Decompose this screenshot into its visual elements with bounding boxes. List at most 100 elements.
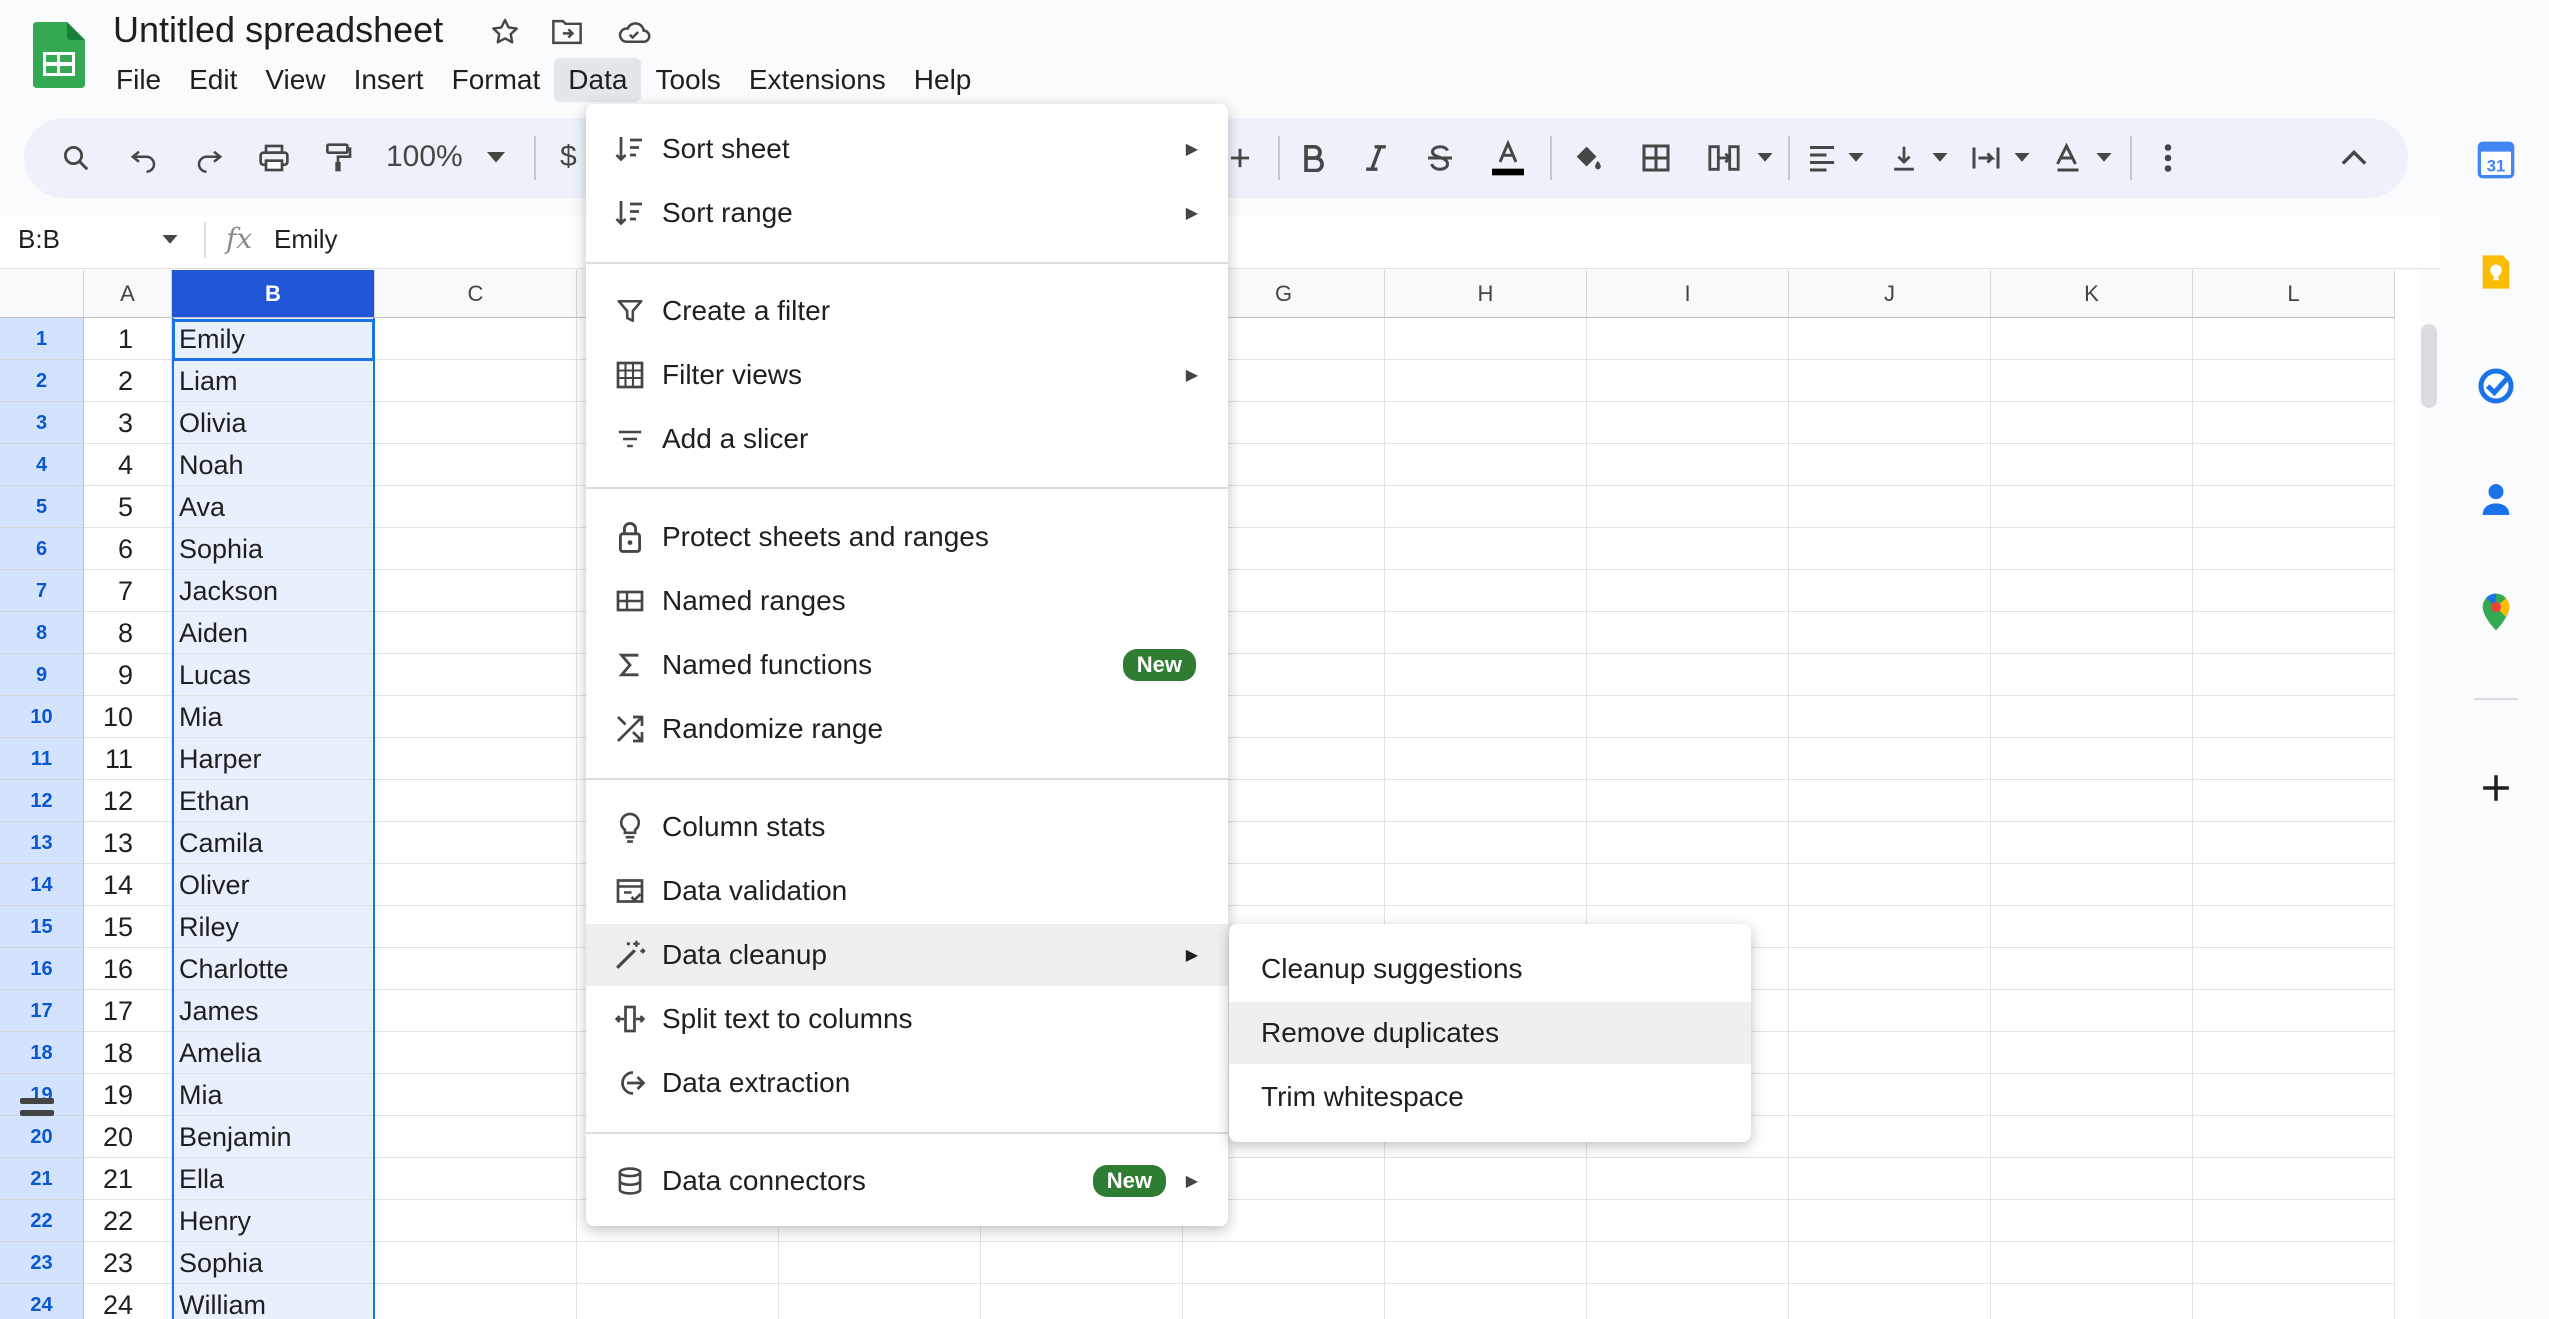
- table-cell[interactable]: [2193, 1032, 2395, 1074]
- maps-icon[interactable]: [2476, 592, 2516, 632]
- table-cell[interactable]: [1991, 402, 2193, 444]
- row-header[interactable]: 24: [0, 1284, 84, 1319]
- table-cell[interactable]: [1587, 1242, 1789, 1284]
- freeze-rows-handle[interactable]: [20, 1110, 54, 1116]
- table-cell[interactable]: Amelia: [172, 1032, 375, 1074]
- table-cell[interactable]: 3: [84, 402, 172, 444]
- table-cell[interactable]: [2193, 990, 2395, 1032]
- table-cell[interactable]: 21: [84, 1158, 172, 1200]
- table-cell[interactable]: 14: [84, 864, 172, 906]
- table-cell[interactable]: [1789, 864, 1991, 906]
- table-cell[interactable]: [1385, 822, 1587, 864]
- table-cell[interactable]: [375, 486, 577, 528]
- table-cell[interactable]: [2193, 402, 2395, 444]
- table-cell[interactable]: [1991, 780, 2193, 822]
- paint-format-icon[interactable]: [318, 138, 358, 178]
- table-cell[interactable]: [981, 1284, 1183, 1319]
- row-header[interactable]: 21: [0, 1158, 84, 1200]
- table-cell[interactable]: 17: [84, 990, 172, 1032]
- table-cell[interactable]: [375, 1074, 577, 1116]
- table-cell[interactable]: [1587, 486, 1789, 528]
- row-header[interactable]: 11: [0, 738, 84, 780]
- table-cell[interactable]: [1991, 990, 2193, 1032]
- table-cell[interactable]: 20: [84, 1116, 172, 1158]
- row-header[interactable]: 20: [0, 1116, 84, 1158]
- name-box[interactable]: B:B: [18, 224, 60, 255]
- table-cell[interactable]: [375, 906, 577, 948]
- table-cell[interactable]: [1385, 1284, 1587, 1319]
- table-cell[interactable]: [1789, 1158, 1991, 1200]
- row-header[interactable]: 16: [0, 948, 84, 990]
- table-cell[interactable]: [1991, 528, 2193, 570]
- table-cell[interactable]: [2193, 612, 2395, 654]
- table-cell[interactable]: James: [172, 990, 375, 1032]
- table-cell[interactable]: William: [172, 1284, 375, 1319]
- table-cell[interactable]: [1587, 864, 1789, 906]
- table-cell[interactable]: [1385, 738, 1587, 780]
- table-cell[interactable]: [2193, 528, 2395, 570]
- table-cell[interactable]: Sophia: [172, 528, 375, 570]
- table-cell[interactable]: [1991, 1158, 2193, 1200]
- table-cell[interactable]: [2193, 360, 2395, 402]
- row-header[interactable]: 22: [0, 1200, 84, 1242]
- column-header[interactable]: I: [1587, 270, 1789, 318]
- table-cell[interactable]: Camila: [172, 822, 375, 864]
- calendar-icon[interactable]: 31: [2476, 140, 2516, 180]
- table-cell[interactable]: [2193, 696, 2395, 738]
- currency-format-button[interactable]: $: [560, 140, 577, 174]
- table-cell[interactable]: 10: [84, 696, 172, 738]
- table-cell[interactable]: [1991, 654, 2193, 696]
- table-cell[interactable]: [1991, 1116, 2193, 1158]
- table-cell[interactable]: [1385, 486, 1587, 528]
- table-cell[interactable]: 24: [84, 1284, 172, 1319]
- table-cell[interactable]: [1587, 402, 1789, 444]
- table-cell[interactable]: [1991, 1200, 2193, 1242]
- table-cell[interactable]: [375, 654, 577, 696]
- column-header[interactable]: B: [172, 270, 375, 318]
- document-title[interactable]: Untitled spreadsheet: [113, 8, 443, 52]
- table-cell[interactable]: [1789, 906, 1991, 948]
- menu-item-data-extraction[interactable]: Data extraction: [586, 1052, 1228, 1114]
- table-cell[interactable]: [2193, 1074, 2395, 1116]
- table-cell[interactable]: [1587, 1284, 1789, 1319]
- row-header[interactable]: 14: [0, 864, 84, 906]
- table-cell[interactable]: [1991, 444, 2193, 486]
- merge-chevron-down-icon[interactable]: [1745, 138, 1785, 178]
- table-cell[interactable]: [375, 1032, 577, 1074]
- table-cell[interactable]: [1587, 528, 1789, 570]
- menu-item-sort-range[interactable]: Sort range ▶: [586, 182, 1228, 244]
- table-cell[interactable]: [375, 360, 577, 402]
- table-cell[interactable]: [2193, 1242, 2395, 1284]
- table-cell[interactable]: [375, 822, 577, 864]
- table-cell[interactable]: [1789, 486, 1991, 528]
- table-cell[interactable]: [1991, 318, 2193, 360]
- borders-icon[interactable]: [1636, 138, 1676, 178]
- zoom-select[interactable]: 100%: [386, 140, 463, 174]
- table-cell[interactable]: [375, 1284, 577, 1319]
- table-cell[interactable]: [1789, 570, 1991, 612]
- table-cell[interactable]: 5: [84, 486, 172, 528]
- table-cell[interactable]: [1991, 570, 2193, 612]
- menu-edit[interactable]: Edit: [175, 58, 251, 102]
- table-cell[interactable]: 12: [84, 780, 172, 822]
- table-cell[interactable]: [375, 948, 577, 990]
- table-cell[interactable]: [2193, 1284, 2395, 1319]
- wrap-chevron-down-icon[interactable]: [2002, 138, 2042, 178]
- freeze-rows-handle[interactable]: [20, 1098, 54, 1104]
- table-cell[interactable]: Ethan: [172, 780, 375, 822]
- row-header[interactable]: 6: [0, 528, 84, 570]
- table-cell[interactable]: [375, 1200, 577, 1242]
- column-header[interactable]: H: [1385, 270, 1587, 318]
- text-rotation-icon[interactable]: [2048, 138, 2088, 178]
- table-cell[interactable]: Mia: [172, 1074, 375, 1116]
- table-cell[interactable]: [1385, 360, 1587, 402]
- table-cell[interactable]: [1385, 318, 1587, 360]
- table-cell[interactable]: [1587, 1200, 1789, 1242]
- table-cell[interactable]: [1789, 990, 1991, 1032]
- table-cell[interactable]: [1789, 402, 1991, 444]
- table-cell[interactable]: [1789, 1074, 1991, 1116]
- table-cell[interactable]: [1789, 948, 1991, 990]
- valign-chevron-down-icon[interactable]: [1920, 138, 1960, 178]
- table-cell[interactable]: [1991, 1284, 2193, 1319]
- table-cell[interactable]: [2193, 654, 2395, 696]
